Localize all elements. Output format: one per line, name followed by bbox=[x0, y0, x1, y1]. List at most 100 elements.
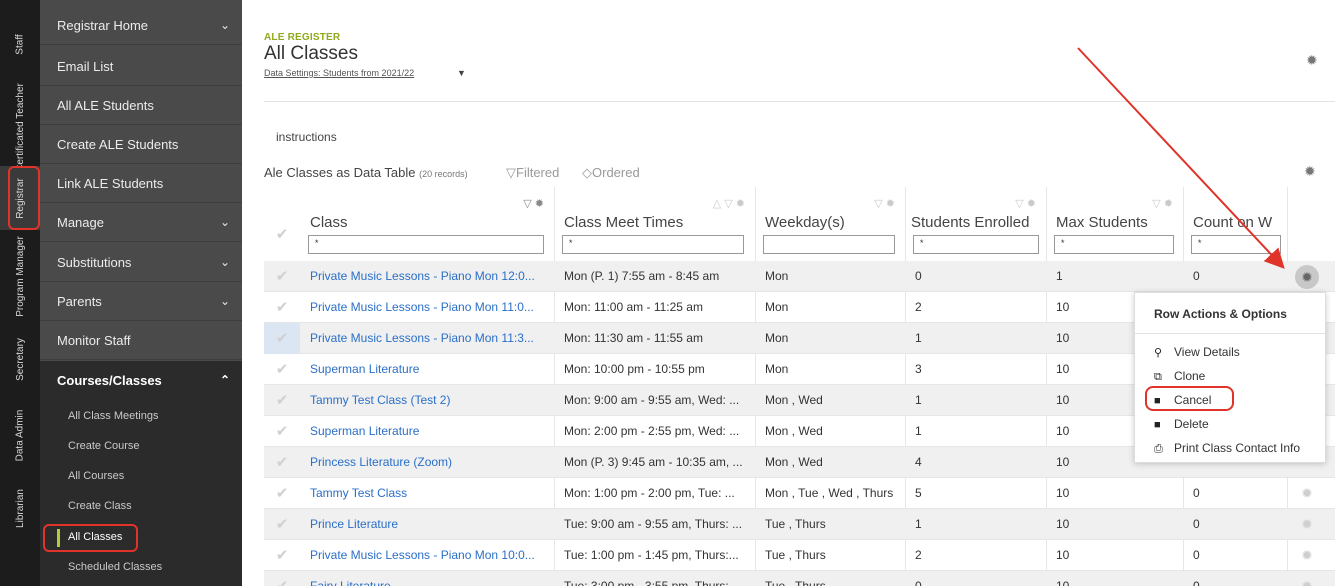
table-title: Ale Classes as Data Table (20 records) bbox=[264, 165, 468, 180]
sidebar-item-manage[interactable]: Manage ⌄ bbox=[40, 203, 242, 242]
column-filter-input[interactable]: * bbox=[562, 235, 744, 254]
ordered-toggle[interactable]: ◇Ordered bbox=[582, 165, 640, 181]
sidebar-item-registrar-home[interactable]: Registrar Home ⌄ bbox=[40, 6, 242, 45]
row-check-icon[interactable]: ✔ bbox=[264, 571, 300, 586]
enrolled-cell: 0 bbox=[915, 579, 922, 586]
sidebar-item-all-ale-students[interactable]: All ALE Students bbox=[40, 86, 242, 125]
row-check-icon[interactable]: ✔ bbox=[264, 323, 300, 354]
chevron-up-icon: ⌃ bbox=[219, 373, 230, 387]
row-gear-icon[interactable]: ✹ bbox=[1287, 540, 1327, 571]
filter-gear-icons[interactable]: ▽ ✹ bbox=[1152, 197, 1173, 210]
class-link[interactable]: Private Music Lessons - Piano Mon 11:3..… bbox=[300, 323, 554, 354]
count-cell: 0 bbox=[1193, 579, 1200, 586]
row-check-icon[interactable]: ✔ bbox=[264, 509, 300, 540]
class-link[interactable]: Tammy Test Class bbox=[300, 478, 554, 509]
column-filter-input[interactable]: * bbox=[913, 235, 1039, 254]
sidebar-item-create-ale-students[interactable]: Create ALE Students bbox=[40, 125, 242, 164]
sidebar-subitem-scheduled-classes[interactable]: Scheduled Classes bbox=[40, 552, 242, 582]
gear-icon[interactable]: ✹ bbox=[1306, 52, 1318, 69]
instructions-toggle[interactable]: instructions bbox=[276, 130, 337, 144]
class-link[interactable]: Private Music Lessons - Piano Mon 10:0..… bbox=[300, 540, 554, 571]
filter-gear-icons[interactable]: ▽ ✹ bbox=[1015, 197, 1036, 210]
sidebar-subitem-create-course[interactable]: Create Course bbox=[40, 431, 242, 461]
sidebar-subitem-all-class-meetings[interactable]: All Class Meetings bbox=[40, 401, 242, 431]
max-students-cell: 10 bbox=[1056, 486, 1070, 500]
chevron-down-icon: ⌄ bbox=[219, 215, 230, 229]
class-link[interactable]: Fairy Literature bbox=[300, 571, 554, 586]
meet-times-cell: Mon (P. 1) 7:55 am - 8:45 am bbox=[564, 269, 720, 283]
table-gear-icon[interactable]: ✹ bbox=[1304, 163, 1316, 180]
column-header-weekdays[interactable]: ▽ ✹ Weekday(s) bbox=[755, 187, 905, 261]
column-header-class[interactable]: ▽ ✹ Class * bbox=[300, 187, 554, 261]
column-filter-input[interactable]: * bbox=[1054, 235, 1174, 254]
column-label: Class bbox=[310, 214, 348, 231]
column-header-class-meet-times[interactable]: △ ▽ ✹ Class Meet Times * bbox=[554, 187, 755, 261]
role-tab-label: Staff bbox=[14, 33, 26, 55]
row-check-icon[interactable]: ✔ bbox=[264, 416, 300, 447]
row-check-icon[interactable]: ✔ bbox=[264, 385, 300, 416]
table-row[interactable]: ✔ Private Music Lessons - Piano Mon 10:0… bbox=[264, 540, 1335, 571]
column-label: Weekday(s) bbox=[765, 214, 845, 231]
sidebar-subitem-label: All Class Meetings bbox=[68, 410, 159, 422]
role-tab-certificated-teacher[interactable]: Certificated Teacher bbox=[0, 83, 40, 172]
column-header-max-students[interactable]: ▽ ✹ Max Students * bbox=[1046, 187, 1183, 261]
menu-item-print-contact-info[interactable]: ⎙ Print Class Contact Info bbox=[1154, 441, 1300, 456]
class-link[interactable]: Superman Literature bbox=[300, 354, 554, 385]
select-all-header[interactable]: ✔ bbox=[264, 187, 300, 261]
filter-gear-icons[interactable]: ▽ ✹ bbox=[523, 197, 544, 210]
sidebar-item-label: All ALE Students bbox=[57, 97, 154, 113]
sidebar-section-toggle[interactable]: Courses/Classes ⌃ bbox=[40, 361, 242, 400]
row-check-icon[interactable]: ✔ bbox=[264, 447, 300, 478]
sidebar-item-substitutions[interactable]: Substitutions ⌄ bbox=[40, 243, 242, 282]
row-gear-icon[interactable]: ✹ bbox=[1287, 478, 1327, 509]
table-row[interactable]: ✔ Private Music Lessons - Piano Mon 12:0… bbox=[264, 261, 1335, 292]
table-row[interactable]: ✔ Tammy Test Class Mon: 1:00 pm - 2:00 p… bbox=[264, 478, 1335, 509]
weekdays-cell: Mon , Wed bbox=[765, 393, 823, 407]
weekdays-cell: Mon , Wed bbox=[765, 455, 823, 469]
row-check-icon[interactable]: ✔ bbox=[264, 478, 300, 509]
row-check-icon[interactable]: ✔ bbox=[264, 292, 300, 323]
column-header-count-on-w[interactable]: Count on W * bbox=[1183, 187, 1287, 261]
sidebar-item-link-ale-students[interactable]: Link ALE Students bbox=[40, 164, 242, 203]
role-tab-program-manager[interactable]: Program Manager bbox=[0, 230, 40, 322]
sidebar-item-parents[interactable]: Parents ⌄ bbox=[40, 282, 242, 321]
sidebar-subitem-all-courses[interactable]: All Courses bbox=[40, 461, 242, 491]
chevron-down-icon: ⌄ bbox=[219, 18, 230, 32]
role-tab-librarian[interactable]: Librarian bbox=[0, 474, 40, 542]
sort-filter-gear-icons[interactable]: △ ▽ ✹ bbox=[713, 197, 745, 210]
row-gear-icon[interactable]: ✹ bbox=[1287, 261, 1327, 292]
role-tab-staff[interactable]: Staff bbox=[0, 0, 40, 88]
sidebar-item-email-list[interactable]: Email List bbox=[40, 47, 242, 86]
row-check-icon[interactable]: ✔ bbox=[264, 354, 300, 385]
class-link[interactable]: Superman Literature bbox=[300, 416, 554, 447]
column-filter-input[interactable]: * bbox=[1191, 235, 1281, 254]
table-row[interactable]: ✔ Fairy Literature Tue: 3:00 pm - 3:55 p… bbox=[264, 571, 1335, 586]
row-gear-icon[interactable]: ✹ bbox=[1287, 571, 1327, 586]
row-check-icon[interactable]: ✔ bbox=[264, 540, 300, 571]
filtered-toggle[interactable]: ▽Filtered bbox=[506, 165, 559, 181]
sidebar-item-monitor-staff[interactable]: Monitor Staff bbox=[40, 321, 242, 360]
class-link[interactable]: Princess Literature (Zoom) bbox=[300, 447, 554, 478]
class-link[interactable]: Tammy Test Class (Test 2) bbox=[300, 385, 554, 416]
column-filter-input[interactable]: * bbox=[308, 235, 544, 254]
table-row[interactable]: ✔ Prince Literature Tue: 9:00 am - 9:55 … bbox=[264, 509, 1335, 540]
meet-times-cell: Tue: 3:00 pm - 3:55 pm, Thurs:... bbox=[564, 579, 739, 586]
filter-gear-icons[interactable]: ▽ ✹ bbox=[874, 197, 895, 210]
column-filter-input[interactable] bbox=[763, 235, 895, 254]
filter-icon[interactable]: ▼ bbox=[457, 68, 466, 78]
role-tab-secretary[interactable]: Secretary bbox=[0, 322, 40, 396]
data-settings-link[interactable]: Data Settings: Students from 2021/22 bbox=[264, 68, 414, 78]
menu-item-view-details[interactable]: ⚲ View Details bbox=[1154, 345, 1240, 359]
column-header-students-enrolled[interactable]: ▽ ✹ Students Enrolled * bbox=[905, 187, 1046, 261]
sidebar-item-label: Email List bbox=[57, 58, 114, 74]
menu-item-clone[interactable]: ⧉ Clone bbox=[1154, 369, 1205, 384]
menu-item-delete[interactable]: ■ Delete bbox=[1154, 417, 1209, 431]
sidebar-subitem-create-class[interactable]: Create Class bbox=[40, 491, 242, 521]
class-link[interactable]: Private Music Lessons - Piano Mon 12:0..… bbox=[300, 261, 554, 292]
row-gear-icon[interactable]: ✹ bbox=[1287, 509, 1327, 540]
row-check-icon[interactable]: ✔ bbox=[264, 261, 300, 292]
class-link[interactable]: Prince Literature bbox=[300, 509, 554, 540]
role-tab-data-admin[interactable]: Data Admin bbox=[0, 396, 40, 474]
sidebar-item-label: Registrar Home bbox=[57, 17, 149, 33]
class-link[interactable]: Private Music Lessons - Piano Mon 11:0..… bbox=[300, 292, 554, 323]
